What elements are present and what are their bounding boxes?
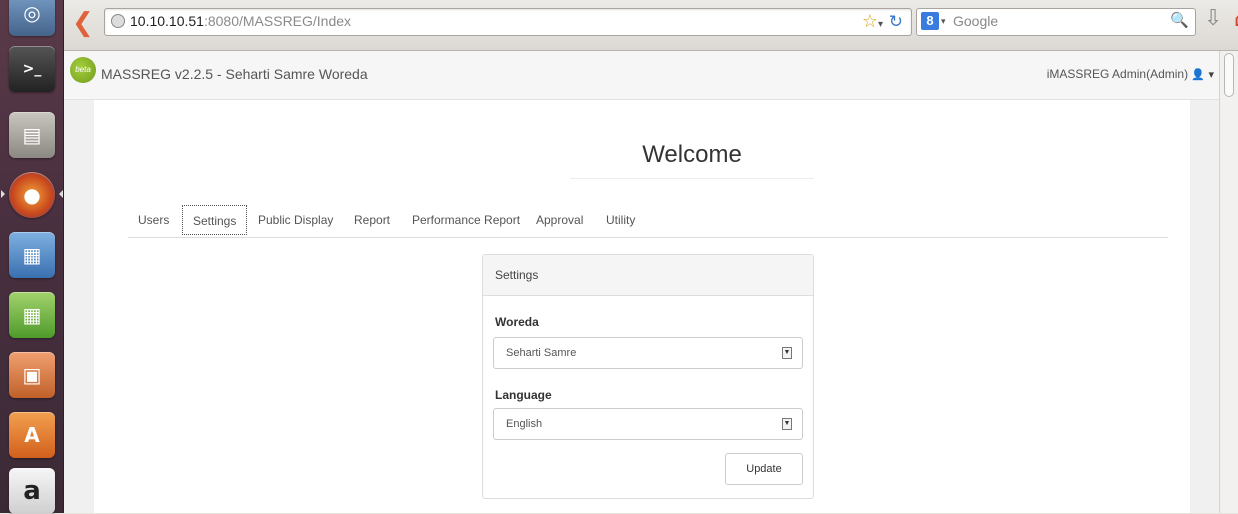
tab-approval[interactable]: Approval xyxy=(526,205,593,235)
files-icon[interactable]: ▤ xyxy=(9,112,55,158)
language-value: English xyxy=(506,418,543,430)
impress-icon[interactable]: ▣ xyxy=(9,352,55,398)
search-placeholder: Google xyxy=(953,13,999,29)
software-glyph: A xyxy=(24,423,40,447)
software-center-icon[interactable]: A xyxy=(9,412,55,458)
scrollbar-thumb[interactable] xyxy=(1224,53,1234,97)
terminal-icon[interactable]: >_ xyxy=(9,46,55,92)
title-divider xyxy=(570,178,814,179)
woreda-select[interactable]: Seharti Samre ▼ xyxy=(493,337,803,369)
language-label: Language xyxy=(495,388,552,402)
url-text: 10.10.10.51:8080/MASSREG/Index xyxy=(130,13,351,29)
google-engine-icon[interactable]: 8 xyxy=(921,12,939,30)
url-bar[interactable]: 10.10.10.51:8080/MASSREG/Index ☆▾ ↻ xyxy=(104,8,912,36)
tab-settings[interactable]: Settings xyxy=(182,205,248,235)
language-select[interactable]: English ▼ xyxy=(493,408,803,440)
user-menu[interactable]: iMASSREG Admin(Admin) 👤 ▾ xyxy=(1047,67,1214,81)
tab-performance-report[interactable]: Performance Report xyxy=(402,205,530,235)
left-margin xyxy=(64,100,94,513)
language-dropdown-icon[interactable]: ▼ xyxy=(782,418,792,430)
search-icon[interactable]: 🔍 xyxy=(1170,11,1190,31)
settings-panel: Settings Woreda Seharti Samre ▼ Language… xyxy=(482,254,814,499)
tab-public-display[interactable]: Public Display xyxy=(248,205,343,235)
reload-icon[interactable]: ↻ xyxy=(889,12,903,32)
app-navbar: beta MASSREG v2.2.5 - Seharti Samre Wore… xyxy=(64,51,1220,100)
page-viewport: beta MASSREG v2.2.5 - Seharti Samre Wore… xyxy=(64,51,1238,513)
terminal-glyph: >_ xyxy=(22,61,42,77)
back-button[interactable]: ❮ xyxy=(72,10,94,38)
woreda-label: Woreda xyxy=(495,315,539,329)
beta-logo[interactable]: beta xyxy=(70,57,96,83)
user-name: iMASSREG Admin(Admin) xyxy=(1046,67,1189,81)
site-identity-icon[interactable] xyxy=(111,14,125,28)
woreda-value: Seharti Samre xyxy=(506,347,577,359)
writer-icon[interactable]: ▦ xyxy=(9,232,55,278)
amazon-glyph: a xyxy=(23,476,41,506)
firefox-icon[interactable]: ● xyxy=(9,172,55,218)
search-bar[interactable]: 8 ▾ Google 🔍 xyxy=(916,8,1196,36)
main-tabs: Users Settings Public Display Report Per… xyxy=(128,199,1168,238)
panel-heading: Settings xyxy=(483,255,813,296)
chevron-down-icon: ▾ xyxy=(1208,68,1214,81)
woreda-dropdown-icon[interactable]: ▼ xyxy=(782,347,792,359)
ubuntu-launcher: ◎ >_ ▤ ● ▦ ▦ ▣ A a xyxy=(0,0,64,514)
tab-users[interactable]: Users xyxy=(128,205,179,235)
bookmark-star-icon[interactable]: ☆▾ ↻ xyxy=(862,11,903,32)
update-button[interactable]: Update xyxy=(725,453,803,485)
right-margin xyxy=(1190,100,1220,513)
launcher-focus-indicator xyxy=(59,190,63,198)
url-host: 10.10.10.51 xyxy=(130,13,204,29)
ubuntu-dash-icon[interactable]: ◎ xyxy=(9,0,55,36)
tab-utility[interactable]: Utility xyxy=(596,205,645,235)
home-icon[interactable]: ⌂ xyxy=(1234,4,1238,32)
download-icon[interactable]: ⇩ xyxy=(1204,6,1222,31)
calc-icon[interactable]: ▦ xyxy=(9,292,55,338)
amazon-icon[interactable]: a xyxy=(9,468,55,514)
tab-report[interactable]: Report xyxy=(344,205,400,235)
browser-toolbar: ❮ 10.10.10.51:8080/MASSREG/Index ☆▾ ↻ 8 … xyxy=(64,0,1238,51)
beta-label: beta xyxy=(75,65,91,74)
launcher-running-indicator xyxy=(1,190,5,198)
page-title: Welcome xyxy=(642,141,742,168)
user-icon: 👤 xyxy=(1191,68,1206,81)
page-scrollbar[interactable] xyxy=(1219,51,1238,513)
url-path: :8080/MASSREG/Index xyxy=(203,13,352,29)
engine-dropdown-icon[interactable]: ▾ xyxy=(941,16,946,27)
app-brand[interactable]: MASSREG v2.2.5 - Seharti Samre Woreda xyxy=(101,66,368,82)
